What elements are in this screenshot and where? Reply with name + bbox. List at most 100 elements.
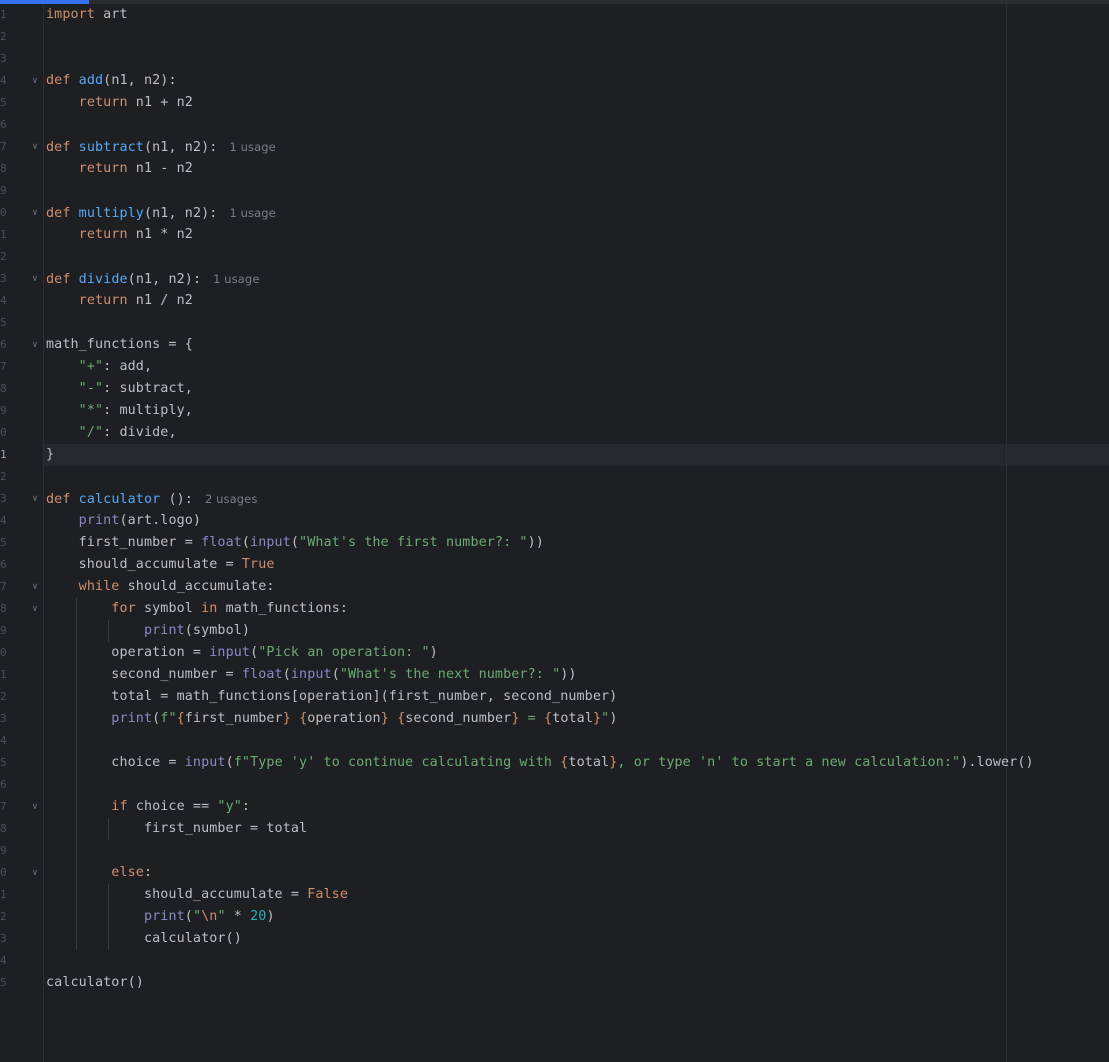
code-line[interactable]: 7 ∨ while should_accumulate:: [0, 576, 1109, 598]
line-number: 0: [0, 646, 7, 659]
code-line[interactable]: 7 ∨ if choice == "y":: [0, 796, 1109, 818]
line-number: 3: [0, 52, 7, 65]
code-line[interactable]: 1}: [0, 444, 1109, 466]
usage-hint[interactable]: 1 usage: [229, 206, 275, 220]
code-line[interactable]: 1 should_accumulate = False: [0, 884, 1109, 906]
line-number: 5: [0, 96, 7, 109]
code-line[interactable]: 3 calculator(): [0, 928, 1109, 950]
line-number: 6: [0, 338, 7, 351]
code-line[interactable]: 8 ∨ for symbol in math_functions:: [0, 598, 1109, 620]
code-line[interactable]: 2 total = math_functions[operation](firs…: [0, 686, 1109, 708]
fold-chevron-icon[interactable]: ∨: [30, 334, 40, 356]
line-number: 0: [0, 866, 7, 879]
line-number: 1: [0, 228, 7, 241]
fold-chevron-icon[interactable]: ∨: [30, 488, 40, 510]
code-line[interactable]: 8 first_number = total: [0, 818, 1109, 840]
line-number: 3: [0, 712, 7, 725]
line-number: 4: [0, 74, 7, 87]
code-text: return n1 - n2: [78, 161, 193, 176]
code-text: "-": subtract,: [78, 381, 193, 396]
usage-hint[interactable]: 2 usages: [205, 492, 257, 506]
usage-hint[interactable]: 1 usage: [229, 140, 275, 154]
code-line[interactable]: 5 choice = input(f"Type 'y' to continue …: [0, 752, 1109, 774]
code-text: first_number = float(input("What's the f…: [46, 535, 544, 550]
code-text: calculator(): [46, 931, 242, 946]
line-number: 3: [0, 272, 7, 285]
line-number: 7: [0, 580, 7, 593]
code-text: while should_accumulate:: [78, 579, 275, 594]
code-line[interactable]: 6 ∨ math_functions = {: [0, 334, 1109, 356]
line-number: 5: [0, 316, 7, 329]
code-line[interactable]: 0 ∨ else:: [0, 862, 1109, 884]
line-number: 8: [0, 162, 7, 175]
code-text: print("\n" * 20): [143, 909, 275, 924]
line-number: 2: [0, 250, 7, 263]
code-line[interactable]: 3: [0, 48, 1109, 70]
fold-chevron-icon[interactable]: ∨: [30, 136, 40, 158]
fold-chevron-icon[interactable]: ∨: [30, 202, 40, 224]
code-text: should_accumulate = True: [46, 557, 275, 572]
line-number: 4: [0, 954, 7, 967]
code-text: "*": multiply,: [78, 403, 193, 418]
code-line[interactable]: 0 "/": divide,: [0, 422, 1109, 444]
line-number: 4: [0, 514, 7, 527]
code-line[interactable]: 5: [0, 312, 1109, 334]
usage-hint[interactable]: 1 usage: [213, 272, 259, 286]
code-line[interactable]: 3 print(f"{first_number} {operation} {se…: [0, 708, 1109, 730]
code-line[interactable]: 9: [0, 180, 1109, 202]
fold-chevron-icon[interactable]: ∨: [30, 862, 40, 884]
code-text: print(art.logo): [78, 513, 202, 528]
code-line[interactable]: 1 second_number = float(input("What's th…: [0, 664, 1109, 686]
code-text: def add(n1, n2):: [46, 73, 177, 88]
line-number: 0: [0, 426, 7, 439]
code-text: }: [46, 447, 55, 462]
line-number: 2: [0, 690, 7, 703]
code-line[interactable]: 4 return n1 / n2: [0, 290, 1109, 312]
fold-chevron-icon[interactable]: ∨: [30, 796, 40, 818]
code-line[interactable]: 7 "+": add,: [0, 356, 1109, 378]
code-line[interactable]: 1 import art: [0, 4, 1109, 26]
fold-chevron-icon[interactable]: ∨: [30, 268, 40, 290]
code-line[interactable]: 1 return n1 * n2: [0, 224, 1109, 246]
code-editor[interactable]: 1 import art 2 3 4 ∨ def add(n1, n2): 5 return …: [0, 4, 1109, 994]
code-line[interactable]: 7 ∨ def subtract(n1, n2): 1 usage: [0, 136, 1109, 158]
code-text: print(f"{first_number} {operation} {seco…: [111, 711, 618, 726]
code-line[interactable]: 2 print("\n" * 20): [0, 906, 1109, 928]
line-number: 8: [0, 822, 7, 835]
code-line[interactable]: 8 "-": subtract,: [0, 378, 1109, 400]
code-line[interactable]: 5 calculator(): [0, 972, 1109, 994]
line-number: 2: [0, 470, 7, 483]
code-line[interactable]: 6: [0, 114, 1109, 136]
fold-chevron-icon[interactable]: ∨: [30, 70, 40, 92]
line-number: 2: [0, 30, 7, 43]
code-line[interactable]: 4: [0, 730, 1109, 752]
code-line[interactable]: 3 ∨ def divide(n1, n2): 1 usage: [0, 268, 1109, 290]
code-text: choice = input(f"Type 'y' to continue ca…: [46, 755, 1034, 770]
line-number: 1: [0, 8, 7, 21]
code-line[interactable]: 6 should_accumulate = True: [0, 554, 1109, 576]
code-line[interactable]: 2: [0, 26, 1109, 48]
line-number: 4: [0, 294, 7, 307]
code-line[interactable]: 6: [0, 774, 1109, 796]
code-line[interactable]: 4 ∨ def add(n1, n2):: [0, 70, 1109, 92]
code-line[interactable]: 9 print(symbol): [0, 620, 1109, 642]
code-text: def divide(n1, n2): 1 usage: [46, 272, 260, 287]
code-line[interactable]: 8 return n1 - n2: [0, 158, 1109, 180]
code-line[interactable]: 9 "*": multiply,: [0, 400, 1109, 422]
code-line[interactable]: 2: [0, 466, 1109, 488]
code-line[interactable]: 0 operation = input("Pick an operation: …: [0, 642, 1109, 664]
fold-chevron-icon[interactable]: ∨: [30, 576, 40, 598]
line-number: 8: [0, 382, 7, 395]
fold-chevron-icon[interactable]: ∨: [30, 598, 40, 620]
line-number: 9: [0, 184, 7, 197]
code-line[interactable]: 4 print(art.logo): [0, 510, 1109, 532]
code-text: import art: [46, 7, 128, 22]
code-text: "/": divide,: [78, 425, 177, 440]
code-line[interactable]: 5 first_number = float(input("What's the…: [0, 532, 1109, 554]
code-line[interactable]: 4: [0, 950, 1109, 972]
code-line[interactable]: 5 return n1 + n2: [0, 92, 1109, 114]
code-line[interactable]: 0 ∨ def multiply(n1, n2): 1 usage: [0, 202, 1109, 224]
code-line[interactable]: 3 ∨ def calculator (): 2 usages: [0, 488, 1109, 510]
code-line[interactable]: 9: [0, 840, 1109, 862]
code-line[interactable]: 2: [0, 246, 1109, 268]
